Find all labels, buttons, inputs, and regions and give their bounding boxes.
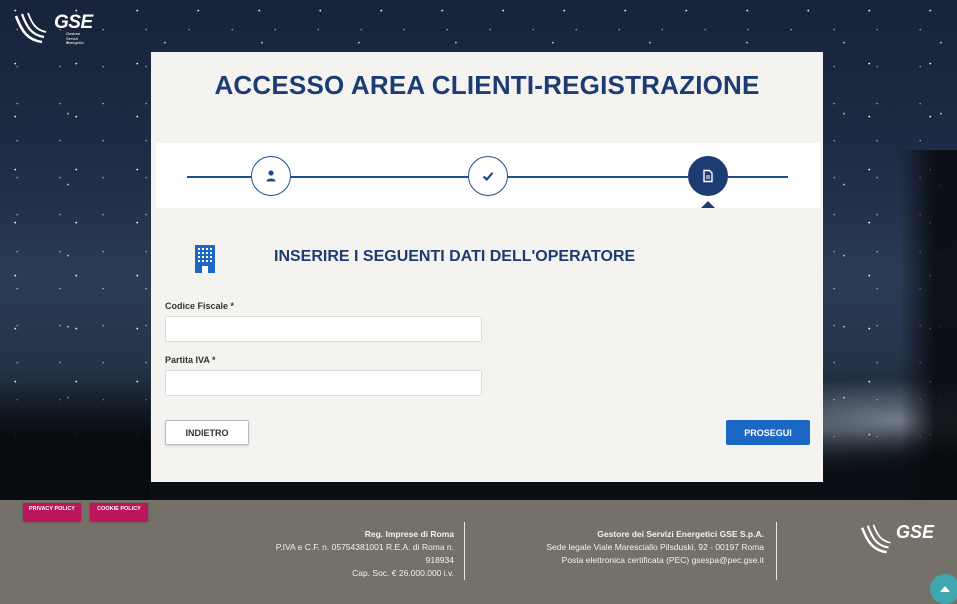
footer-registry-line: Cap. Soc. € 26.000.000 i.v.	[352, 568, 454, 578]
privacy-policy-label: PRIVACY POLICY	[29, 506, 75, 512]
section-title: INSERIRE I SEGUENTI DATI DELL'OPERATORE	[274, 248, 636, 265]
step-2-check[interactable]	[468, 156, 508, 196]
codice-fiscale-label: Codice Fiscale *	[165, 301, 235, 311]
footer-logo-text: GSE	[896, 522, 935, 542]
building-icon	[195, 245, 215, 273]
footer-company-info: Gestore dei Servizi Energetici GSE S.p.A…	[480, 528, 764, 567]
progress-steps	[156, 143, 820, 208]
active-step-pointer	[701, 201, 715, 208]
chevron-up-icon	[940, 586, 950, 592]
footer-registry-title: Reg. Imprese di Roma	[364, 529, 454, 539]
check-icon	[482, 172, 494, 182]
user-icon	[266, 170, 276, 182]
logo-sub-line: Energetici	[66, 40, 84, 45]
cookie-policy-button[interactable]: COOKIE POLICY	[90, 503, 148, 521]
footer-registry-line: P.IVA e C.F. n. 05754381001 R.E.A. di Ro…	[275, 542, 454, 552]
footer-divider	[464, 522, 465, 580]
logo-subtitle: Gestore Servizi Energetici	[66, 31, 84, 46]
footer-registry-line: 918934	[425, 555, 454, 565]
step-connector	[187, 176, 251, 178]
partita-iva-input[interactable]	[165, 370, 482, 396]
codice-fiscale-input[interactable]	[165, 316, 482, 342]
next-button[interactable]: PROSEGUI	[726, 420, 810, 445]
cookie-policy-label: COOKIE POLICY	[97, 506, 141, 512]
step-3-document[interactable]	[688, 156, 728, 196]
registration-panel: ACCESSO AREA CLIENTI-REGISTRAZIONE INSER…	[151, 52, 823, 482]
gse-logo-mark-icon	[14, 12, 47, 44]
tree-silhouette-right	[900, 150, 957, 500]
footer-company-title: Gestore dei Servizi Energetici GSE S.p.A…	[597, 529, 764, 539]
step-connector	[508, 176, 688, 178]
step-connector	[728, 176, 788, 178]
back-button[interactable]: INDIETRO	[165, 420, 249, 445]
document-icon	[703, 169, 713, 183]
step-connector	[291, 176, 468, 178]
scroll-to-top-button[interactable]	[930, 574, 957, 604]
step-1-user[interactable]	[251, 156, 291, 196]
footer-gse-logo[interactable]: GSE	[858, 522, 948, 562]
page-title: ACCESSO AREA CLIENTI-REGISTRAZIONE	[214, 70, 760, 100]
footer-company-line: Posta elettronica certificata (PEC) gses…	[561, 555, 764, 565]
partita-iva-label: Partita IVA *	[165, 355, 216, 365]
footer-divider	[776, 522, 777, 580]
tree-silhouette-left	[0, 380, 150, 500]
gse-logo[interactable]: GSE Gestore Servizi Energetici	[14, 10, 94, 46]
privacy-policy-button[interactable]: PRIVACY POLICY	[23, 503, 81, 521]
footer-company-line: Sede legale Viale Maresciallo Pilsduski,…	[546, 542, 764, 552]
footer: PRIVACY POLICY COOKIE POLICY Reg. Impres…	[0, 500, 957, 604]
footer-company-registry: Reg. Imprese di Roma P.IVA e C.F. n. 057…	[210, 528, 454, 580]
